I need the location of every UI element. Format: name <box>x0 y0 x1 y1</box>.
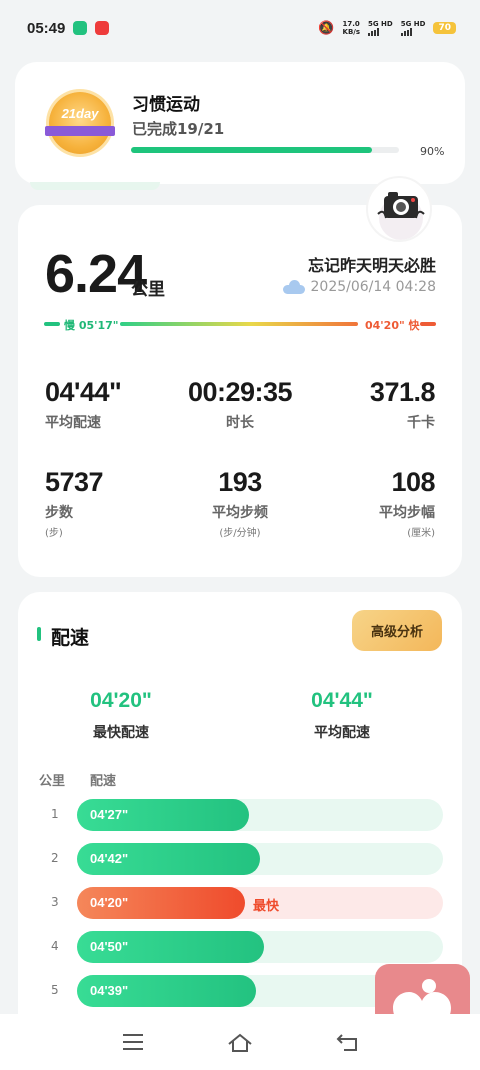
run-summary-card: 6.24 公里 忘记昨天明天必胜 2025/06/14 04:28 慢 05'1… <box>18 205 462 577</box>
stat-value: 108 <box>391 467 435 497</box>
badge-ribbon <box>45 126 115 136</box>
average-pace-value: 04'44" <box>311 689 373 712</box>
stat-steps: 5737 步数 (步) <box>45 467 185 539</box>
split-row: 4 04'50" <box>18 931 462 963</box>
app-notification-icon <box>73 21 88 35</box>
run-datetime-text: 2025/06/14 04:28 <box>310 279 437 295</box>
stat-duration: 00:29:35 时长 <box>170 377 310 432</box>
news-notification-icon <box>95 21 110 35</box>
menu-icon[interactable] <box>122 1032 144 1052</box>
split-pace: 04'20" <box>90 895 129 910</box>
col-pace-header: 配速 <box>90 774 117 789</box>
split-km: 4 <box>51 939 59 953</box>
stat-stride: 108 平均步幅 (厘米) <box>295 467 436 539</box>
split-row: 3 04'20" 最快 <box>18 887 462 919</box>
back-icon[interactable] <box>336 1032 358 1052</box>
split-pace: 04'42" <box>90 851 129 866</box>
badge-text: 21day <box>61 106 99 121</box>
pace-gradient <box>120 322 358 326</box>
section-marker <box>37 627 41 641</box>
fastest-tag: 最快 <box>253 899 280 914</box>
cloud-icon <box>282 280 305 294</box>
run-motto: 忘记昨天明天必胜 <box>307 256 436 275</box>
sim2-label: 5G HD <box>400 20 426 28</box>
stat-value: 00:29:35 <box>187 377 293 407</box>
avatar[interactable] <box>366 176 432 242</box>
status-time: 05:49 <box>27 19 66 37</box>
stat-calories: 371.8 千卡 <box>295 377 436 432</box>
habit-title: 习惯运动 <box>132 95 200 115</box>
stat-unit: (厘米) <box>407 528 435 539</box>
speed-unit: KB/s <box>342 28 360 36</box>
pace-range-bar: 慢 05'17" 04'20" 快 <box>44 318 436 332</box>
advanced-analysis-button[interactable]: 高级分析 <box>352 610 442 651</box>
stat-value: 04'44" <box>45 377 122 407</box>
stat-avg-pace: 04'44" 平均配速 <box>45 377 185 432</box>
pace-slow-marker <box>44 322 60 326</box>
stat-unit: (步/分钟) <box>219 528 261 539</box>
habit-completed: 已完成19/21 <box>132 120 225 138</box>
system-nav-bar <box>0 1014 480 1070</box>
split-km: 1 <box>51 807 59 821</box>
stat-label: 平均步幅 <box>379 505 435 521</box>
pace-fast-label: 04'20" 快 <box>365 319 420 332</box>
status-bar: 05:49 🔕 17.0 KB/s 5G HD 5G HD 70 <box>0 0 480 56</box>
average-pace-label: 平均配速 <box>314 725 370 741</box>
split-row: 1 04'27" <box>18 799 462 831</box>
21day-badge-icon: 21day <box>45 92 115 154</box>
stat-value: 5737 <box>45 467 104 497</box>
stat-label: 时长 <box>226 415 254 431</box>
tab-indicator <box>30 182 160 190</box>
stat-value: 193 <box>218 467 262 497</box>
habit-progress-label: 90% <box>420 145 445 158</box>
run-datetime: 2025/06/14 04:28 <box>282 279 437 295</box>
habit-progress-fill <box>131 147 373 153</box>
stat-label: 平均配速 <box>45 415 101 431</box>
sim2-signal-icon: 5G HD <box>400 20 426 36</box>
pace-slow-label: 慢 05'17" <box>64 319 119 332</box>
fastest-pace-value: 04'20" <box>90 689 152 712</box>
home-icon[interactable] <box>227 1032 253 1054</box>
battery-icon: 70 <box>433 22 456 34</box>
split-km: 3 <box>51 895 59 909</box>
stat-label: 平均步频 <box>212 505 268 521</box>
col-km-header: 公里 <box>39 774 66 789</box>
split-km: 5 <box>51 983 59 997</box>
mute-icon: 🔕 <box>318 20 335 36</box>
sim1-signal-icon: 5G HD <box>368 20 393 36</box>
sim1-label: 5G HD <box>368 20 393 28</box>
fastest-pace-label: 最快配速 <box>93 725 149 741</box>
stat-unit: (步) <box>45 528 63 539</box>
speed-value: 17.0 <box>342 20 360 28</box>
split-km: 2 <box>51 851 59 865</box>
split-pace: 04'27" <box>90 807 129 822</box>
stat-label: 千卡 <box>407 415 435 431</box>
network-speed: 17.0 KB/s <box>343 20 360 36</box>
split-pace: 04'39" <box>90 983 129 998</box>
habit-card[interactable]: 21day 习惯运动 已完成19/21 90% <box>15 62 465 184</box>
pace-fast-marker <box>420 322 436 326</box>
stat-cadence: 193 平均步频 (步/分钟) <box>170 467 310 539</box>
stat-value: 371.8 <box>369 377 436 407</box>
pace-title: 配速 <box>51 627 90 649</box>
distance-unit: 公里 <box>131 280 165 300</box>
habit-progress-bar <box>131 147 399 153</box>
split-pace: 04'50" <box>90 939 129 954</box>
split-row: 2 04'42" <box>18 843 462 875</box>
stat-label: 步数 <box>45 505 73 521</box>
